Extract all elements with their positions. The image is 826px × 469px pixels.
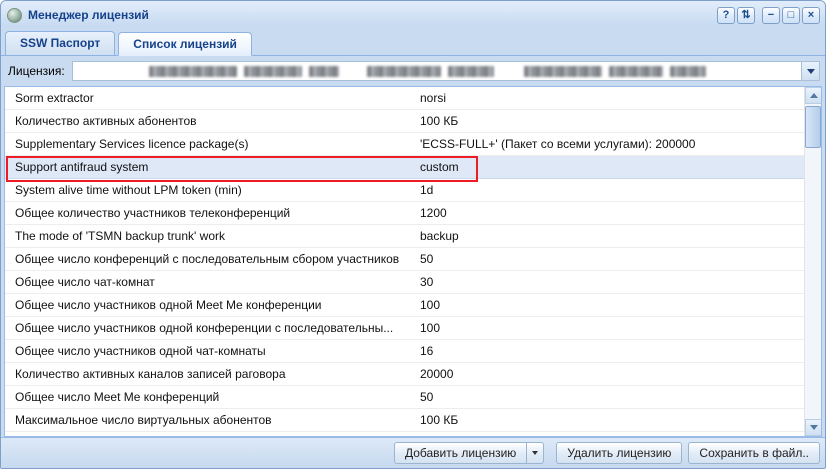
- row-name: Максимальное число виртуальных абонентов: [15, 413, 420, 427]
- license-combo[interactable]: [72, 61, 820, 81]
- row-value: backup: [420, 229, 804, 243]
- app-icon: [7, 8, 22, 23]
- minimize-button[interactable]: −: [762, 7, 780, 24]
- combo-dropdown-trigger[interactable]: [801, 62, 819, 80]
- row-value: 100 КБ: [420, 114, 804, 128]
- window-titlebar[interactable]: Менеджер лицензий ? ⇅ − □ ×: [1, 1, 825, 27]
- row-value: custom: [420, 160, 804, 174]
- window-tools: ? ⇅ − □ ×: [717, 7, 820, 24]
- row-name: Общее число Meet Me конференций: [15, 390, 420, 404]
- row-name: Support antifraud system: [15, 160, 420, 174]
- row-value: 1d: [420, 183, 804, 197]
- table-row[interactable]: Общее число чат-комнат 30: [5, 271, 804, 294]
- row-value: 50: [420, 390, 804, 404]
- row-value: 30: [420, 275, 804, 289]
- row-name: Общее количество участников телеконферен…: [15, 206, 420, 220]
- scroll-up-button[interactable]: [805, 87, 822, 104]
- table-row[interactable]: Общее количество участников телеконферен…: [5, 202, 804, 225]
- table-row[interactable]: Sorm extractor norsi: [5, 87, 804, 110]
- tab-license-list[interactable]: Список лицензий: [118, 32, 252, 56]
- arrow-down-icon: [810, 425, 818, 430]
- row-name: Общее число чат-комнат: [15, 275, 420, 289]
- table-row[interactable]: System alive time without LPM token (min…: [5, 179, 804, 202]
- tab-ssw-passport[interactable]: SSW Паспорт: [5, 31, 115, 55]
- row-name: Общее число участников одной Meet Me кон…: [15, 298, 420, 312]
- add-license-dropdown[interactable]: [527, 442, 544, 464]
- bottom-toolbar: Добавить лицензию Удалить лицензию Сохра…: [1, 437, 825, 468]
- table-row[interactable]: Общее число участников одной Meet Me кон…: [5, 294, 804, 317]
- table-row[interactable]: Supplementary Services licence package(s…: [5, 133, 804, 156]
- table-row[interactable]: Максимальное число виртуальных абонентов…: [5, 409, 804, 432]
- row-value: 50: [420, 252, 804, 266]
- table-row[interactable]: Общее число участников одной чат-комнаты…: [5, 340, 804, 363]
- scroll-thumb[interactable]: [805, 106, 821, 148]
- row-value: 16: [420, 344, 804, 358]
- grid-scrollbar[interactable]: [804, 87, 821, 436]
- row-value: 1200: [420, 206, 804, 220]
- row-value: norsi: [420, 91, 804, 105]
- window-title: Менеджер лицензий: [28, 8, 149, 22]
- row-value: 100: [420, 321, 804, 335]
- license-label: Лицензия:: [8, 64, 65, 78]
- help-button[interactable]: ?: [717, 7, 735, 24]
- table-row[interactable]: Общее число участников одной конференции…: [5, 317, 804, 340]
- add-license-split-button: Добавить лицензию: [394, 442, 544, 464]
- row-value: 20000: [420, 367, 804, 381]
- close-button[interactable]: ×: [802, 7, 820, 24]
- chevron-down-icon: [532, 451, 538, 455]
- license-form-row: Лицензия:: [1, 56, 825, 86]
- add-license-button[interactable]: Добавить лицензию: [394, 442, 527, 464]
- scroll-down-button[interactable]: [805, 419, 822, 436]
- row-name: Общее число конференций с последовательн…: [15, 252, 420, 266]
- row-name: System alive time without LPM token (min…: [15, 183, 420, 197]
- arrow-up-icon: [810, 93, 818, 98]
- row-name: Общее число участников одной конференции…: [15, 321, 420, 335]
- refresh-button[interactable]: ⇅: [737, 7, 755, 24]
- table-row[interactable]: Количество активных каналов записей раго…: [5, 363, 804, 386]
- save-to-file-button[interactable]: Сохранить в файл..: [688, 442, 820, 464]
- delete-license-button[interactable]: Удалить лицензию: [556, 442, 682, 464]
- table-row[interactable]: Количество активных абонентов 100 КБ: [5, 110, 804, 133]
- license-properties-grid: Sorm extractor norsi Количество активных…: [4, 86, 822, 437]
- row-name: Количество активных абонентов: [15, 114, 420, 128]
- license-manager-window: Менеджер лицензий ? ⇅ − □ × SSW Паспорт …: [0, 0, 826, 469]
- grid-rows: Sorm extractor norsi Количество активных…: [5, 87, 804, 436]
- row-value: 'ECSS-FULL+' (Пакет со всеми услугами): …: [420, 137, 804, 151]
- row-value: 100: [420, 298, 804, 312]
- table-row[interactable]: Общее число Meet Me конференций 50: [5, 386, 804, 409]
- table-row[interactable]: Общее число конференций с последовательн…: [5, 248, 804, 271]
- table-row[interactable]: Support antifraud system custom: [5, 156, 804, 179]
- row-name: Общее число участников одной чат-комнаты: [15, 344, 420, 358]
- row-name: Supplementary Services licence package(s…: [15, 137, 420, 151]
- row-value: 100 КБ: [420, 413, 804, 427]
- license-value-redacted: [149, 66, 706, 77]
- row-name: Sorm extractor: [15, 91, 420, 105]
- table-row[interactable]: The mode of 'TSMN backup trunk' work bac…: [5, 225, 804, 248]
- row-name: The mode of 'TSMN backup trunk' work: [15, 229, 420, 243]
- chevron-down-icon: [807, 69, 815, 74]
- row-name: Количество активных каналов записей раго…: [15, 367, 420, 381]
- tab-bar: SSW Паспорт Список лицензий: [1, 27, 825, 56]
- maximize-button[interactable]: □: [782, 7, 800, 24]
